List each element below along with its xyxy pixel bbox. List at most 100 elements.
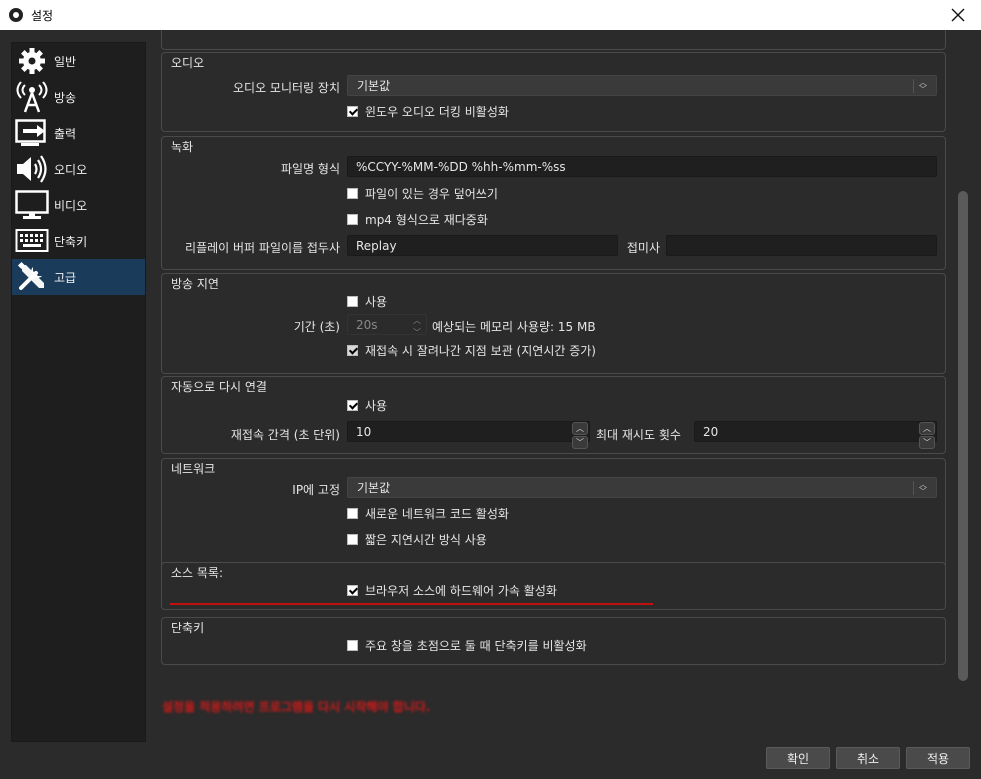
remux-checkbox[interactable]: mp4 형식으로 재다중화 — [347, 211, 488, 228]
checkbox-label: 짧은 지연시간 방식 사용 — [365, 533, 487, 547]
spin-value: 10 — [356, 424, 372, 439]
checkbox-label: 파일이 있는 경우 덮어쓰기 — [365, 187, 498, 201]
checkbox-label: 윈도우 오디오 더킹 비활성화 — [365, 105, 509, 119]
chevron-up-icon[interactable]: ︿ — [919, 422, 935, 435]
cancel-button[interactable]: 취소 — [836, 747, 900, 769]
checkbox-box — [347, 214, 358, 225]
monitor-icon — [14, 187, 50, 223]
group-title: 방송 지연 — [171, 277, 219, 291]
speaker-icon — [14, 151, 50, 187]
sidebar-item-label: 고급 — [54, 270, 77, 285]
updown-arrow-icon: ︿ ﹀ — [919, 480, 927, 496]
group-title: 소스 목록: — [171, 566, 224, 580]
delay-duration-label: 기간 (초) — [293, 320, 340, 334]
sidebar-item-hotkeys[interactable]: 단축키 — [12, 223, 145, 259]
sidebar-item-advanced[interactable]: 고급 — [12, 259, 145, 295]
gear-icon — [14, 43, 50, 79]
group-title: 녹화 — [171, 140, 194, 154]
title-bar: 설정 — [0, 0, 981, 30]
checkbox-box — [347, 585, 358, 596]
sidebar-item-general[interactable]: 일반 — [12, 43, 145, 79]
low-latency-checkbox[interactable]: 짧은 지연시간 방식 사용 — [347, 531, 487, 548]
checkbox-box — [347, 345, 358, 356]
max-retries-label: 최대 재시도 횟수 — [596, 428, 681, 442]
chevron-down-icon[interactable]: ﹀ — [572, 436, 588, 449]
spin-value: 20 — [703, 424, 719, 439]
vertical-scrollbar[interactable] — [957, 44, 969, 684]
highlight-underline — [170, 603, 653, 605]
group-title: 오디오 — [171, 56, 205, 70]
max-retries-spinbox[interactable]: 20 ︿ ﹀ — [694, 421, 937, 449]
chevron-down-icon: ﹀ — [413, 328, 421, 337]
checkbox-label: 재접속 시 잘려나간 지점 보관 (지연시간 증가) — [365, 344, 596, 358]
settings-content[interactable]: 오디오 녹화 방송 지연 자동으로 다시 연결 네트워크 소스 목록: 단축키 — [149, 30, 959, 735]
chevron-up-icon: ︿ — [413, 316, 421, 325]
ducking-checkbox[interactable]: 윈도우 오디오 더킹 비활성화 — [347, 103, 509, 120]
checkbox-box — [347, 534, 358, 545]
tools-icon — [14, 259, 50, 295]
sidebar-item-label: 오디오 — [54, 162, 88, 177]
checkbox-box — [347, 296, 358, 307]
stream-delay-enable-checkbox[interactable]: 사용 — [347, 293, 387, 310]
delay-duration-spinbox[interactable]: 20s ︿ ﹀ — [347, 314, 427, 337]
filename-format-input[interactable]: %CCYY-%MM-%DD %hh-%mm-%ss — [347, 156, 937, 177]
checkbox-label: 사용 — [365, 295, 388, 309]
sidebar-item-label: 일반 — [54, 54, 77, 69]
sidebar-item-stream[interactable]: 방송 — [12, 79, 145, 115]
disable-hotkeys-checkbox[interactable]: 주요 창을 초점으로 둘 때 단축키를 비활성화 — [347, 637, 587, 654]
suffix-input[interactable] — [666, 235, 937, 256]
replay-prefix-input[interactable]: Replay — [347, 235, 618, 256]
browser-hw-accel-checkbox[interactable]: 브라우저 소스에 하드웨어 가속 활성화 — [347, 582, 557, 599]
close-icon — [951, 8, 965, 22]
select-value: 기본값 — [357, 481, 391, 495]
group-title: 자동으로 다시 연결 — [171, 380, 267, 394]
group-title: 네트워크 — [171, 462, 216, 476]
spin-buttons: ︿ ﹀ — [919, 422, 935, 449]
checkbox-box — [347, 508, 358, 519]
previous-group-bottom — [161, 30, 946, 50]
retry-interval-label: 재접속 간격 (초 단위) — [230, 428, 340, 442]
select-separator — [913, 481, 914, 495]
bind-ip-select[interactable]: 기본값 ︿ ﹀ — [347, 477, 937, 498]
audio-monitor-label: 오디오 모니터링 장치 — [233, 81, 340, 95]
reconnect-enable-checkbox[interactable]: 사용 — [347, 397, 387, 414]
apply-button[interactable]: 적용 — [906, 747, 970, 769]
suffix-label: 접미사 — [626, 241, 660, 255]
checkbox-box — [347, 188, 358, 199]
group-title: 단축키 — [171, 621, 205, 635]
filename-format-label: 파일명 형식 — [280, 162, 340, 176]
settings-sidebar: 일반 방송 출력 오디오 비디오 단축키 고급 — [11, 42, 146, 742]
select-separator — [913, 79, 914, 93]
spin-value: 20s — [356, 317, 378, 332]
preserve-cutoff-checkbox[interactable]: 재접속 시 잘려나간 지점 보관 (지연시간 증가) — [347, 342, 596, 359]
sidebar-item-audio[interactable]: 오디오 — [12, 151, 145, 187]
sidebar-item-video[interactable]: 비디오 — [12, 187, 145, 223]
scrollbar-thumb[interactable] — [958, 191, 968, 681]
checkbox-label: 새로운 네트워크 코드 활성화 — [365, 507, 509, 521]
keyboard-icon — [14, 223, 50, 259]
chevron-down-icon[interactable]: ﹀ — [919, 436, 935, 449]
checkbox-box — [347, 106, 358, 117]
output-icon — [14, 115, 50, 151]
checkbox-label: 사용 — [365, 399, 388, 413]
chevron-up-icon[interactable]: ︿ — [572, 422, 588, 435]
bind-ip-label: IP에 고정 — [292, 483, 340, 497]
sidebar-item-label: 단축키 — [54, 234, 88, 249]
close-button[interactable] — [935, 0, 981, 30]
ok-button[interactable]: 확인 — [766, 747, 830, 769]
checkbox-label: 브라우저 소스에 하드웨어 가속 활성화 — [365, 584, 557, 598]
sidebar-item-output[interactable]: 출력 — [12, 115, 145, 151]
select-value: 기본값 — [357, 79, 391, 93]
sidebar-item-label: 비디오 — [54, 198, 88, 213]
overwrite-checkbox[interactable]: 파일이 있는 경우 덮어쓰기 — [347, 185, 498, 202]
updown-arrow-icon: ︿ ﹀ — [919, 78, 927, 94]
audio-monitor-select[interactable]: 기본값 ︿ ﹀ — [347, 75, 937, 96]
retry-interval-spinbox[interactable]: 10 ︿ ﹀ — [347, 421, 590, 449]
spin-buttons: ︿ ﹀ — [409, 315, 425, 337]
restart-warning-text: 설정을 적용하려면 프로그램을 다시 시작해야 합니다. — [162, 700, 431, 714]
checkbox-label: 주요 창을 초점으로 둘 때 단축키를 비활성화 — [365, 639, 587, 653]
sidebar-item-label: 방송 — [54, 90, 77, 105]
new-network-code-checkbox[interactable]: 새로운 네트워크 코드 활성화 — [347, 505, 509, 522]
replay-prefix-label: 리플레이 버퍼 파일이름 접두사 — [185, 241, 340, 255]
broadcast-icon — [14, 79, 50, 115]
